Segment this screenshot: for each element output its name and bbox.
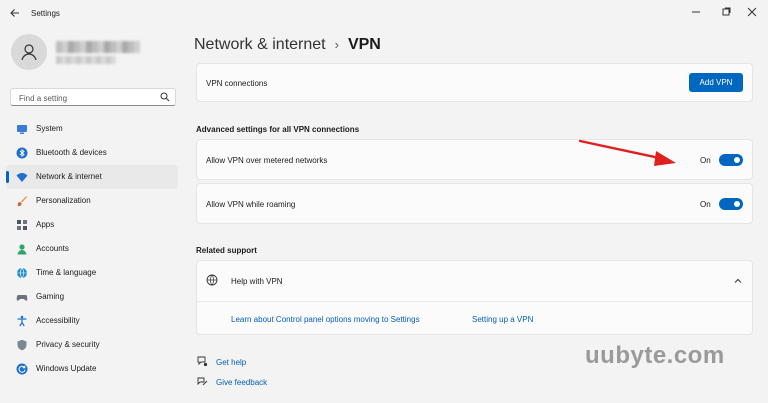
chevron-up-icon[interactable] (733, 276, 743, 286)
breadcrumb: Network & internet › VPN (194, 36, 381, 54)
nav-list: System Bluetooth & devices Network & int… (6, 117, 178, 381)
metered-toggle-state: On (700, 156, 711, 165)
globe-icon (206, 274, 218, 286)
system-icon (17, 125, 27, 134)
sidebar-item-windows-update[interactable]: Windows Update (6, 357, 178, 381)
sidebar-item-apps[interactable]: Apps (6, 213, 178, 237)
sidebar-item-label: Network & internet (36, 172, 102, 181)
sidebar-item-label: Apps (36, 220, 55, 229)
get-help-link[interactable]: Get help (216, 358, 246, 367)
user-name-blurred (56, 41, 140, 53)
sidebar-item-label: Privacy & security (36, 340, 100, 349)
sidebar-item-system[interactable]: System (6, 117, 178, 141)
sidebar-item-personalization[interactable]: Personalization (6, 189, 178, 213)
page-title: VPN (347, 36, 381, 53)
avatar[interactable] (11, 34, 47, 70)
give-feedback-link[interactable]: Give feedback (216, 378, 267, 387)
sidebar: System Bluetooth & devices Network & int… (0, 28, 186, 403)
roaming-setting-label: Allow VPN while roaming (206, 200, 296, 209)
feedback-icon (197, 377, 208, 386)
help-with-vpn-label[interactable]: Help with VPN (231, 277, 283, 286)
sidebar-item-privacy[interactable]: Privacy & security (6, 333, 178, 357)
metered-setting-label: Allow VPN over metered networks (206, 156, 328, 165)
apps-icon (17, 220, 27, 230)
toggle-knob (734, 201, 740, 207)
roaming-toggle-state: On (700, 200, 711, 209)
search-box[interactable] (10, 88, 176, 106)
sidebar-item-label: Gaming (36, 292, 65, 301)
control-panel-options-link[interactable]: Learn about Control panel options moving… (231, 315, 420, 324)
brush-icon (17, 196, 27, 207)
update-icon (16, 363, 28, 375)
sidebar-item-bluetooth[interactable]: Bluetooth & devices (6, 141, 178, 165)
sidebar-item-label: System (36, 124, 63, 133)
accessibility-icon (17, 315, 27, 327)
globe-clock-icon (17, 267, 27, 279)
sidebar-item-label: Accounts (36, 244, 69, 253)
search-input[interactable] (17, 91, 161, 105)
wifi-icon (16, 173, 28, 182)
related-support-title: Related support (196, 246, 257, 255)
divider (197, 301, 752, 302)
sidebar-item-label: Windows Update (36, 364, 97, 373)
metered-toggle[interactable] (719, 154, 743, 166)
breadcrumb-parent[interactable]: Network & internet (194, 36, 326, 53)
setting-up-vpn-link[interactable]: Setting up a VPN (472, 315, 533, 324)
accounts-icon (17, 244, 27, 255)
shield-icon (17, 339, 27, 351)
sidebar-item-label: Bluetooth & devices (36, 148, 107, 157)
title-bar: Settings (0, 0, 768, 28)
sidebar-item-label: Time & language (36, 268, 97, 277)
sidebar-item-accounts[interactable]: Accounts (6, 237, 178, 261)
vpn-connections-label: VPN connections (206, 79, 268, 88)
back-arrow-icon[interactable] (8, 6, 22, 20)
sidebar-item-gaming[interactable]: Gaming (6, 285, 178, 309)
sidebar-item-network[interactable]: Network & internet (6, 165, 178, 189)
bluetooth-icon (16, 147, 28, 159)
window-title: Settings (31, 9, 60, 18)
watermark: uubyte.com (585, 342, 725, 369)
advanced-settings-title: Advanced settings for all VPN connection… (196, 125, 360, 134)
vpn-connections-card (196, 63, 753, 102)
close-button[interactable] (744, 5, 760, 19)
breadcrumb-separator: › (334, 37, 339, 52)
sidebar-item-time-language[interactable]: Time & language (6, 261, 178, 285)
controller-icon (16, 295, 28, 301)
user-email-blurred (56, 56, 116, 64)
toggle-knob (734, 157, 740, 163)
minimize-button[interactable] (688, 5, 704, 19)
maximize-button[interactable] (718, 5, 734, 19)
get-help-icon (197, 356, 208, 367)
annotation-arrow-icon (578, 139, 676, 166)
user-icon (21, 44, 37, 61)
add-vpn-button[interactable]: Add VPN (689, 73, 743, 92)
sidebar-item-label: Personalization (36, 196, 91, 205)
roaming-toggle[interactable] (719, 198, 743, 210)
search-icon[interactable] (160, 92, 170, 102)
sidebar-item-label: Accessibility (36, 316, 80, 325)
sidebar-item-accessibility[interactable]: Accessibility (6, 309, 178, 333)
